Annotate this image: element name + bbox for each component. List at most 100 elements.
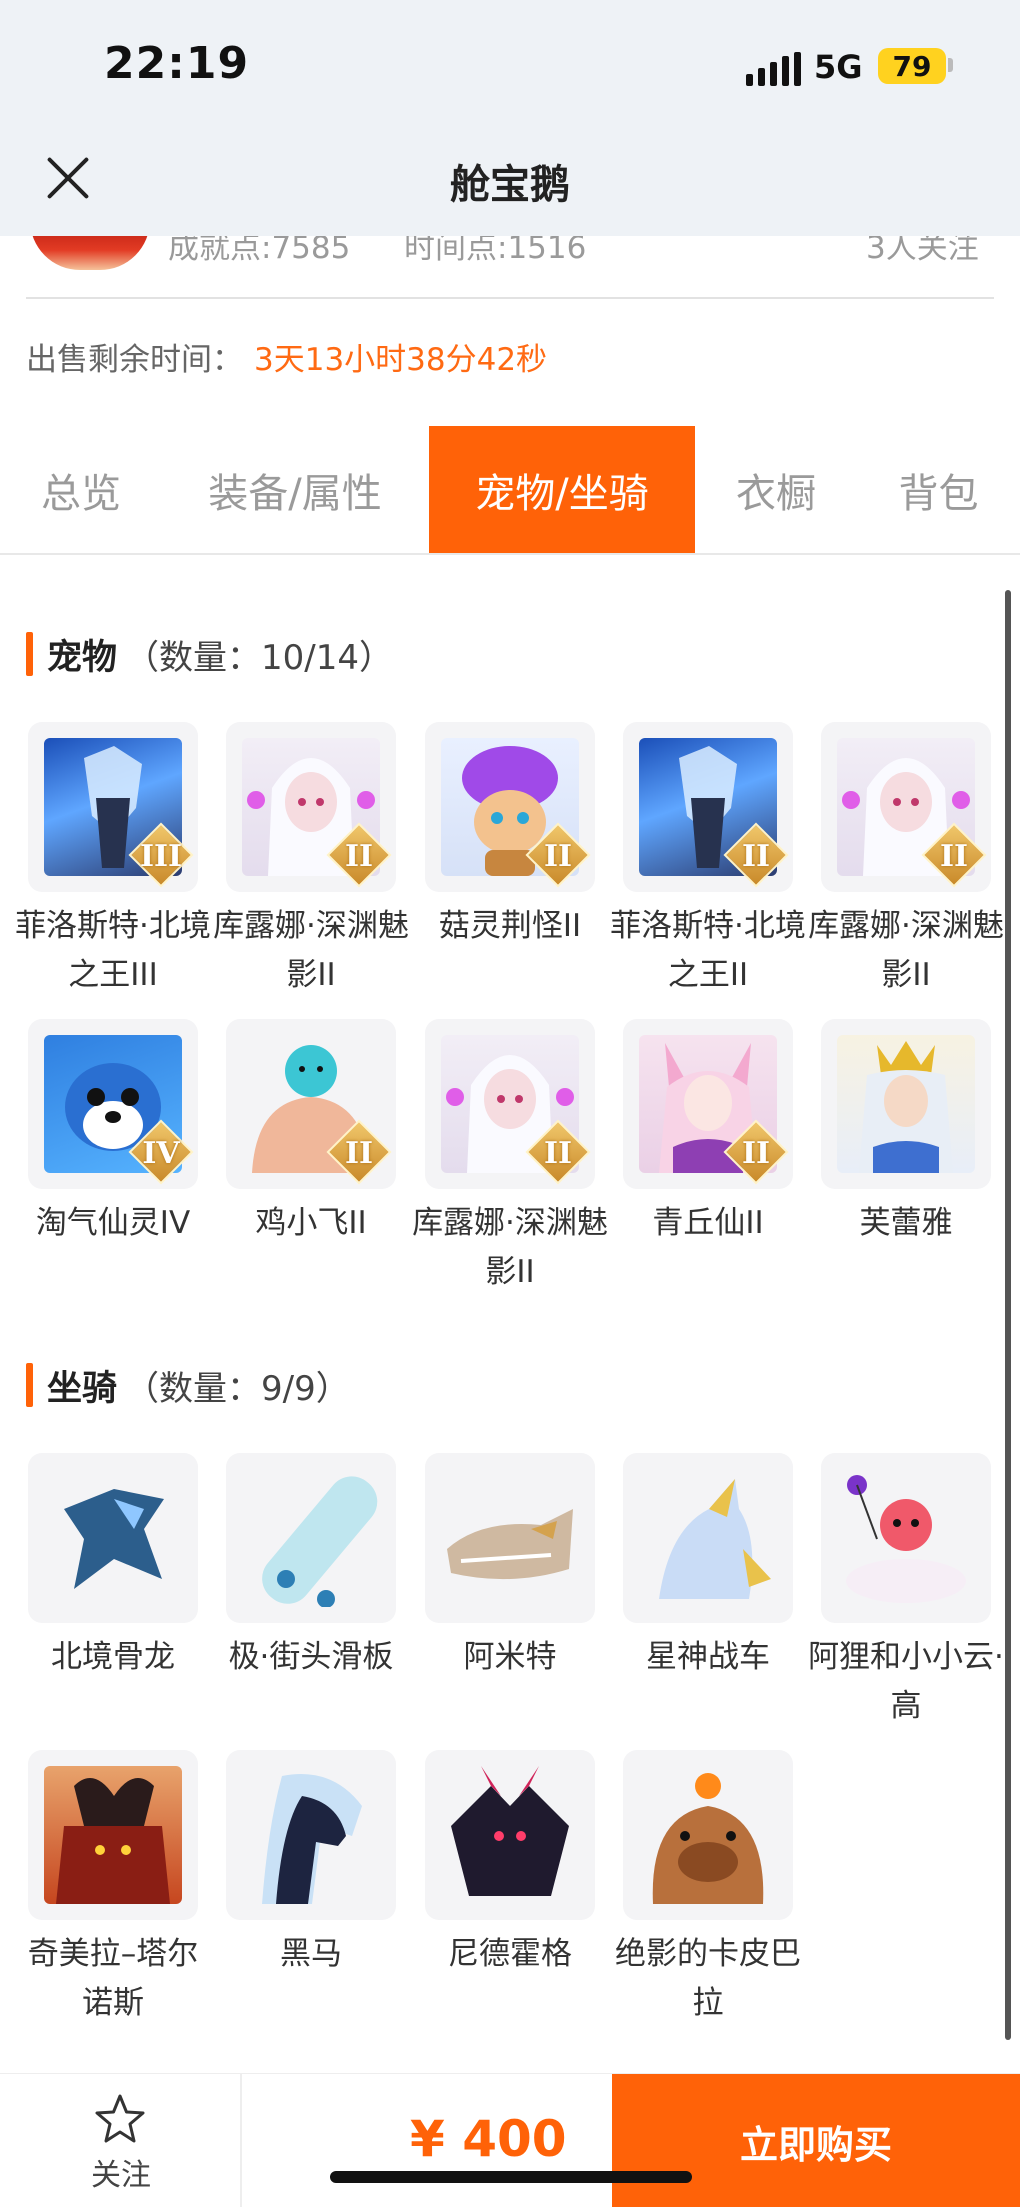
mount-item[interactable]: 极·街头滑板 [226, 1453, 396, 1682]
bottom-bar: 关注 ¥ 400 立即购买 [0, 2073, 1020, 2207]
black-horse-icon [242, 1766, 380, 1904]
pet-name: 库露娜·深渊魅影II [412, 1205, 608, 1290]
mount-thumbnail [28, 1453, 198, 1623]
tab-overview[interactable]: 总览 [0, 426, 162, 553]
pet-item[interactable]: IV 淘气仙灵IV [28, 1019, 198, 1248]
mount-item[interactable]: 阿米特 [425, 1453, 595, 1682]
mount-thumbnail [226, 1750, 396, 1920]
pet-name: 菇灵荆怪II [438, 908, 582, 944]
pet-thumbnail: II [623, 1019, 793, 1189]
pet-item[interactable]: II 鸡小飞II [226, 1019, 396, 1248]
pet-name: 库露娜·深渊魅影II [213, 908, 409, 993]
mounts-count: （数量：9/9） [125, 1368, 350, 1409]
grade-label: III [139, 839, 183, 874]
pet-thumbnail: III [28, 722, 198, 892]
mount-name: 阿狸和小小云·高 [808, 1639, 1004, 1724]
pet-item[interactable]: II 库露娜·深渊魅影II [412, 1019, 608, 1297]
mounts-section-header: 坐骑 （数量：9/9） [26, 1362, 350, 1409]
pet-name: 青丘仙II [652, 1205, 764, 1241]
follow-label: 关注 [91, 2158, 151, 2193]
grade-label: II [741, 839, 771, 874]
mount-item[interactable]: 星神战车 [623, 1453, 793, 1682]
battery-cap [948, 58, 953, 72]
mount-item[interactable]: 尼德霍格 [425, 1750, 595, 1979]
tab-bar: 总览 装备/属性 宠物/坐骑 衣橱 背包 [0, 426, 1020, 555]
pet-item[interactable]: II 库露娜·深渊魅影II [213, 722, 409, 1000]
mount-thumbnail [425, 1750, 595, 1920]
grade-label: II [939, 839, 969, 874]
pet-item[interactable]: II 菲洛斯特·北境之王II [610, 722, 806, 1000]
tab-equipment[interactable]: 装备/属性 [162, 426, 428, 553]
sale-countdown: 3天13小时38分42秒 [254, 342, 548, 378]
pet-item[interactable]: II 青丘仙II [623, 1019, 793, 1248]
pet-thumbnail [821, 1019, 991, 1189]
mount-item[interactable]: 黑马 [226, 1750, 396, 1979]
buy-now-button[interactable]: 立即购买 [612, 2074, 1020, 2207]
top-bar: 22:19 5G 79 舱宝鹅 [0, 0, 1020, 236]
grade-label: IV [142, 1136, 180, 1171]
pet-name: 芙蕾雅 [859, 1205, 953, 1241]
star-horse-icon [639, 1469, 777, 1607]
pet-name: 库露娜·深渊魅影II [808, 908, 1004, 993]
mount-name: 绝影的卡皮巴拉 [615, 1936, 801, 2021]
mount-thumbnail [226, 1453, 396, 1623]
mount-name: 星神战车 [646, 1639, 770, 1675]
grade-label: II [741, 1136, 771, 1171]
dark-dragon-icon [441, 1766, 579, 1904]
page-title: 舱宝鹅 [450, 162, 570, 208]
home-indicator [330, 2171, 692, 2183]
pets-count: （数量：10/14） [125, 637, 393, 678]
pet-thumbnail: II [821, 722, 991, 892]
chimera-icon [44, 1766, 182, 1904]
mount-name: 黑马 [280, 1936, 342, 1972]
pet-item[interactable]: 芙蕾雅 [821, 1019, 991, 1248]
follow-button[interactable]: 关注 [0, 2074, 242, 2207]
tab-wardrobe[interactable]: 衣橱 [695, 426, 857, 553]
pet-thumbnail: IV [28, 1019, 198, 1189]
pets-section-header: 宠物 （数量：10/14） [26, 631, 393, 678]
section-marker [26, 1363, 33, 1407]
star-icon [95, 2094, 145, 2143]
mount-thumbnail [425, 1453, 595, 1623]
mount-name: 阿米特 [463, 1639, 557, 1675]
mount-name: 尼德霍格 [448, 1936, 572, 1972]
pet-name: 菲洛斯特·北境之王II [610, 908, 806, 993]
crocodile-icon [441, 1469, 579, 1607]
grade-label: II [344, 839, 374, 874]
status-time: 22:19 [104, 38, 250, 89]
pets-title: 宠物 [47, 637, 118, 678]
skateboard-icon [242, 1469, 380, 1607]
mount-name: 奇美拉–塔尔诺斯 [27, 1936, 199, 2021]
pet-thumbnail: II [226, 722, 396, 892]
pet-name: 菲洛斯特·北境之王III [15, 908, 211, 993]
bone-dragon-icon [44, 1469, 182, 1607]
mount-item[interactable]: 北境骨龙 [28, 1453, 198, 1682]
capybara-icon [639, 1766, 777, 1904]
battery-icon: 79 [878, 48, 946, 84]
signal-icon [746, 52, 801, 86]
scrollbar[interactable] [1005, 590, 1011, 2040]
tab-pets-mounts[interactable]: 宠物/坐骑 [429, 426, 695, 553]
sale-remaining-label: 出售剩余时间： [26, 342, 243, 378]
mount-item[interactable]: 奇美拉–塔尔诺斯 [28, 1750, 198, 2028]
pet-thumbnail: II [425, 1019, 595, 1189]
mount-item[interactable]: 绝影的卡皮巴拉 [615, 1750, 801, 2028]
mount-thumbnail [623, 1750, 793, 1920]
tab-bag[interactable]: 背包 [857, 426, 1020, 553]
mount-name: 北境骨龙 [51, 1639, 175, 1675]
grade-label: II [344, 1136, 374, 1171]
mount-thumbnail [821, 1453, 991, 1623]
mount-thumbnail [623, 1453, 793, 1623]
golden-crown-goddess-icon [837, 1035, 975, 1173]
pet-thumbnail: II [623, 722, 793, 892]
mount-item[interactable]: 阿狸和小小云·高 [808, 1453, 1004, 1731]
pet-name: 鸡小飞II [255, 1205, 367, 1241]
pet-item[interactable]: II 库露娜·深渊魅影II [808, 722, 1004, 1000]
mounts-title: 坐骑 [47, 1368, 118, 1409]
pet-thumbnail: II [226, 1019, 396, 1189]
pet-item[interactable]: III 菲洛斯特·北境之王III [15, 722, 211, 1000]
price: ¥ 400 [410, 2110, 567, 2168]
pet-thumbnail: II [425, 722, 595, 892]
pet-item[interactable]: II 菇灵荆怪II [425, 722, 595, 951]
network-type: 5G [814, 48, 863, 86]
